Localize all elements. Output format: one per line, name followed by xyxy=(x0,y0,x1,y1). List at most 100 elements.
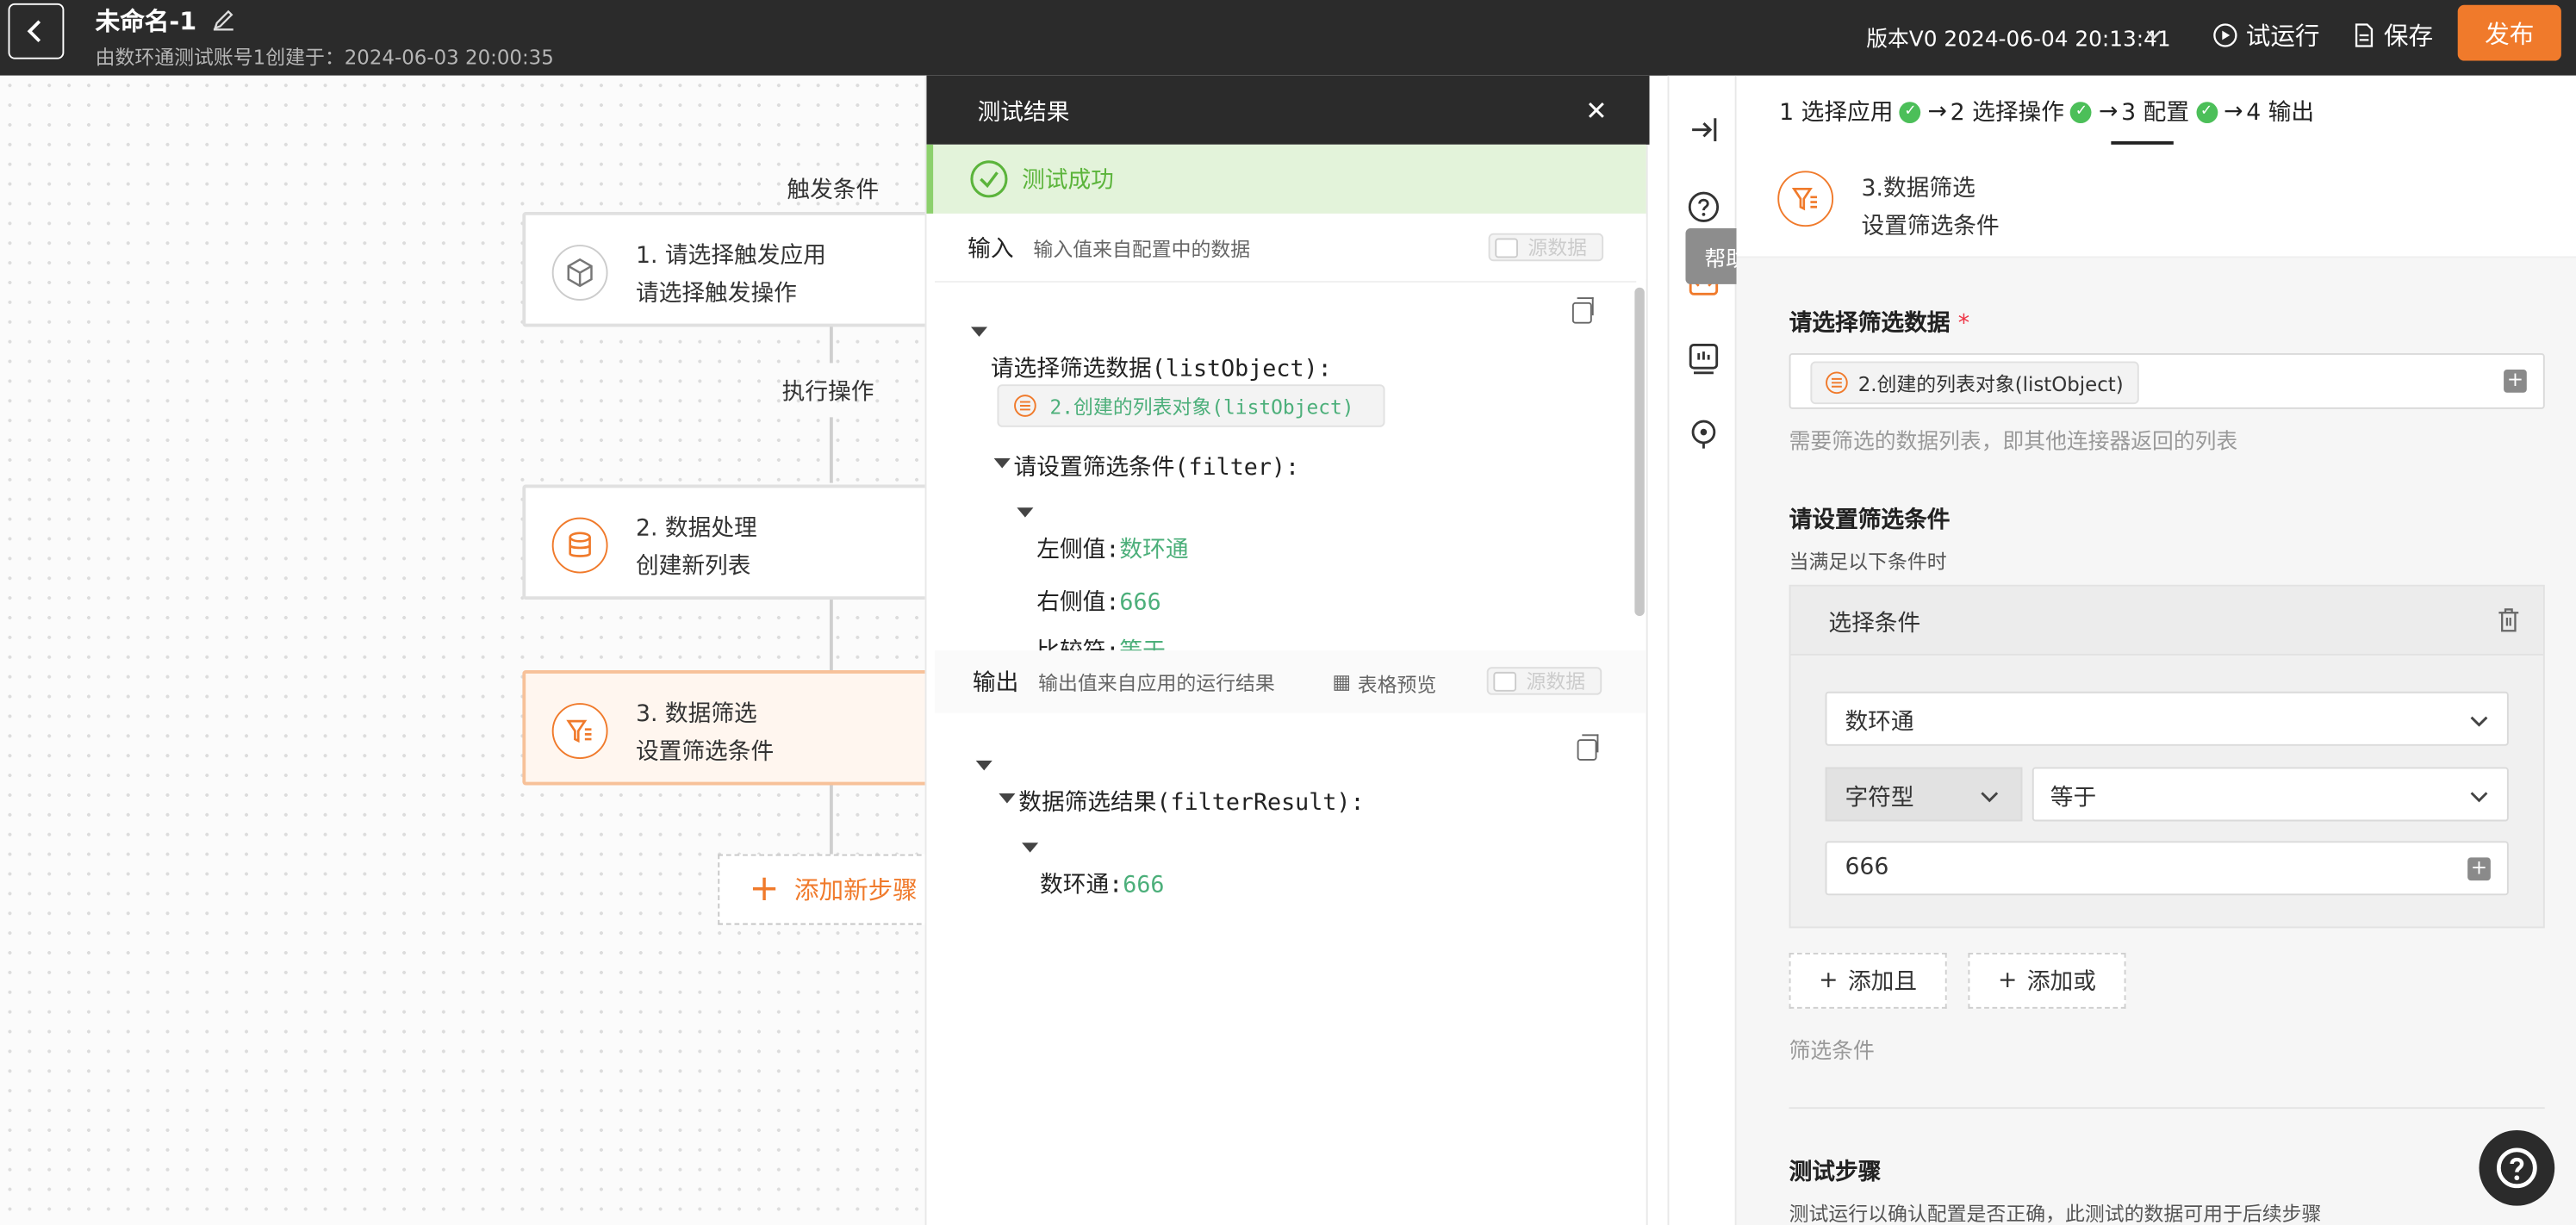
plus-icon[interactable]: + xyxy=(2467,856,2491,881)
config-panel: 1 选择应用 ✓ → 2 选择操作 ✓ → 3 配置 ✓ → 4 输出 3.数据筛选 设置筛… xyxy=(1736,75,2576,1225)
trigger-node[interactable]: 1. 请选择触发应用 请选择触发操作 xyxy=(522,211,934,327)
test-run-button[interactable]: 试运行 xyxy=(2213,18,2320,53)
json-key: 左侧值: xyxy=(1036,537,1120,564)
connector-line xyxy=(829,326,833,364)
step-tab-select-action[interactable]: 2 选择操作 xyxy=(1951,96,2064,128)
close-icon[interactable]: ✕ xyxy=(1585,96,1608,127)
chevron-down-icon[interactable] xyxy=(2144,25,2163,45)
filter-hint: 筛选条件 xyxy=(1789,1040,1875,1065)
data-select-field[interactable]: 2.创建的列表对象(listObject) + xyxy=(1789,352,2545,409)
step-tab-config[interactable]: 3 配置 xyxy=(2121,96,2189,128)
database-icon xyxy=(1826,371,1848,395)
table-icon: ▦ xyxy=(1332,670,1352,693)
type-select-value: 字符型 xyxy=(1845,785,1914,812)
cond-field-label: 请设置筛选条件 xyxy=(1789,507,1951,534)
step-tab-output[interactable]: 4 输出 xyxy=(2246,96,2314,128)
play-circle-icon xyxy=(2213,23,2237,47)
condition-box-title: 选择条件 xyxy=(1828,611,1921,637)
cube-icon xyxy=(551,245,608,301)
header-title: 3.数据筛选 xyxy=(1861,176,1976,202)
help-fab-button[interactable] xyxy=(2479,1129,2555,1206)
plus-icon[interactable]: + xyxy=(2504,369,2527,393)
version-select[interactable]: 版本V0 2024-06-04 20:13:41 xyxy=(1866,22,2170,53)
config-body: 请选择筛选数据 * 2.创建的列表对象(listObject) + 需要筛选的数… xyxy=(1736,258,2576,1225)
json-row: 右侧值:666 xyxy=(1036,585,1160,618)
output-label: 输出 xyxy=(972,670,1019,697)
raw-data-toggle[interactable]: 源数据 xyxy=(1488,233,1604,262)
add-or-button[interactable]: + 添加或 xyxy=(1968,952,2126,1009)
output-desc: 输出值来自应用的运行结果 xyxy=(1038,670,1275,694)
add-and-button[interactable]: + 添加且 xyxy=(1789,952,1947,1009)
node-subtitle: 创建新列表 xyxy=(635,553,751,581)
json-key: 数环通: xyxy=(1040,872,1123,899)
flow-subtitle: 由数环通测试账号1创建于：2024-06-03 20:00:35 xyxy=(95,46,554,70)
json-value: 666 xyxy=(1119,589,1161,617)
filter-icon xyxy=(551,703,608,759)
collapse-arrow-icon[interactable] xyxy=(1022,843,1039,853)
collapse-arrow-icon[interactable] xyxy=(975,760,992,771)
arrow-icon: → xyxy=(2098,98,2119,125)
step-tabs: 1 选择应用 ✓ → 2 选择操作 ✓ → 3 配置 ✓ → 4 输出 xyxy=(1779,96,2314,128)
data-field-label: 请选择筛选数据 * xyxy=(1789,306,1970,339)
value-input-text: 666 xyxy=(1845,854,1889,881)
success-text: 测试成功 xyxy=(1022,167,1114,195)
test-step-hint: 测试运行以确认配置是否正确，此测试的数据可用于后续步骤 xyxy=(1789,1202,2322,1225)
header-subtitle: 设置筛选条件 xyxy=(1861,213,2000,240)
top-bar: 未命名-1 由数环通测试账号1创建于：2024-06-03 20:00:35 版… xyxy=(0,0,2576,76)
node-title: 2. 数据处理 xyxy=(635,515,757,543)
flow-title: 未命名-1 xyxy=(95,6,197,36)
connector-line xyxy=(829,417,833,483)
node-subtitle: 请选择触发操作 xyxy=(635,281,797,308)
back-button[interactable] xyxy=(8,3,65,59)
scrollbar[interactable] xyxy=(1634,287,1645,617)
field-label-text: 请选择筛选数据 xyxy=(1789,310,1951,337)
collapse-arrow-icon[interactable] xyxy=(970,326,988,337)
field-select-value: 数环通 xyxy=(1845,709,1914,737)
database-icon xyxy=(551,517,608,574)
collapse-arrow-icon[interactable] xyxy=(999,793,1016,804)
trash-icon[interactable] xyxy=(2497,608,2520,633)
condition-box-header: 选择条件 xyxy=(1790,586,2543,656)
value-input[interactable]: 666 + xyxy=(1825,841,2509,896)
operator-select[interactable]: 等于 xyxy=(2032,767,2509,822)
type-select[interactable]: 字符型 xyxy=(1825,767,2023,822)
bulb-icon[interactable] xyxy=(1687,417,1720,450)
operator-select-value: 等于 xyxy=(2050,785,2097,812)
collapse-panel-icon[interactable] xyxy=(1687,114,1720,146)
log-icon[interactable] xyxy=(1687,342,1720,375)
filter-icon xyxy=(1777,171,1834,227)
node-title: 3. 数据筛选 xyxy=(635,701,757,728)
action-label: 执行操作 xyxy=(781,379,874,407)
data-chip[interactable]: 2.创建的列表对象(listObject) xyxy=(1810,361,2138,405)
data-filter-node[interactable]: 3. 数据筛选 设置筛选条件 xyxy=(522,670,934,786)
chip-label: 2.创建的列表对象(listObject) xyxy=(1857,371,2124,395)
field-select[interactable]: 数环通 xyxy=(1825,691,2509,746)
node-title: 1. 请选择触发应用 xyxy=(635,243,826,270)
table-preview-button[interactable]: ▦ 表格预览 xyxy=(1332,670,1436,698)
step-tab-select-app[interactable]: 1 选择应用 xyxy=(1779,96,1893,128)
edit-icon[interactable] xyxy=(212,9,235,32)
check-icon: ✓ xyxy=(2070,101,2093,123)
toggle-label: 源数据 xyxy=(1528,236,1588,260)
publish-button[interactable]: 发布 xyxy=(2457,4,2561,61)
check-icon: ✓ xyxy=(2195,101,2218,123)
json-key: 右侧值: xyxy=(1036,589,1120,617)
collapse-arrow-icon[interactable] xyxy=(1017,507,1034,518)
output-section-header: 输出 输出值来自应用的运行结果 ▦ 表格预览 源数据 xyxy=(935,650,1646,713)
chevron-down-icon xyxy=(1981,792,1999,803)
save-button[interactable]: 保存 xyxy=(2353,18,2433,53)
collapse-arrow-icon[interactable] xyxy=(993,458,1011,469)
input-label: 输入 xyxy=(968,236,1014,264)
question-icon[interactable] xyxy=(1687,190,1720,223)
data-process-node[interactable]: 2. 数据处理 创建新列表 xyxy=(522,484,934,600)
copy-icon[interactable] xyxy=(1577,734,1599,761)
copy-icon[interactable] xyxy=(1571,297,1594,324)
add-step-button[interactable]: + 添加新步骤 xyxy=(718,854,938,925)
condition-box: 选择条件 数环通 字符型 等于 666 + xyxy=(1789,584,2545,929)
json-row: 数环通:666 xyxy=(1040,867,1164,900)
trigger-label: 触发条件 xyxy=(787,177,880,204)
raw-data-toggle[interactable]: 源数据 xyxy=(1486,667,1602,695)
document-icon xyxy=(2355,23,2374,47)
arrow-icon: → xyxy=(2224,98,2243,125)
question-icon xyxy=(2496,1147,2537,1189)
